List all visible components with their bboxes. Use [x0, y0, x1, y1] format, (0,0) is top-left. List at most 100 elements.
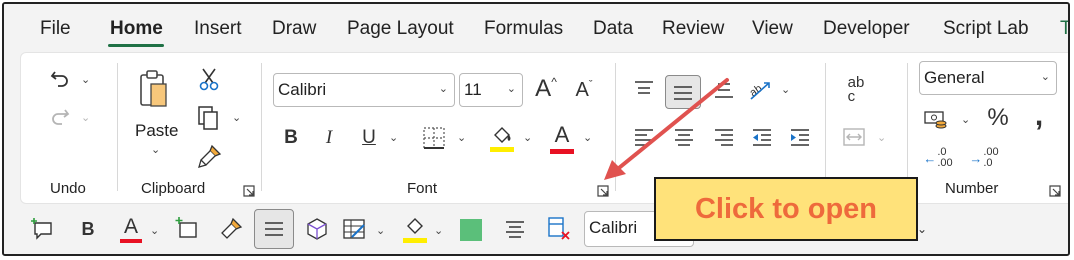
cube-icon[interactable]	[302, 214, 332, 244]
underline-button[interactable]: U	[355, 123, 383, 153]
insert-row-icon[interactable]	[172, 214, 202, 244]
fill-color-dropdown-icon[interactable]: ⌄	[523, 131, 532, 144]
group-label-undo: Undo	[50, 180, 86, 197]
fill-color-icon[interactable]	[487, 121, 517, 155]
middle-align-button[interactable]	[665, 75, 701, 109]
qat-format-painter-icon[interactable]	[216, 214, 246, 244]
decrease-decimal-icon: .00 .0	[983, 146, 999, 169]
accounting-format-icon[interactable]	[921, 105, 951, 135]
font-color-icon: A	[123, 215, 138, 238]
paste-icon[interactable]	[135, 67, 171, 111]
grow-font-icon: A	[535, 75, 552, 102]
increase-decimal-button[interactable]: ← .0 .00	[921, 143, 955, 173]
percent-style-button[interactable]: %	[983, 103, 1013, 133]
click-to-open-callout: Click to open	[654, 177, 918, 241]
top-align-icon[interactable]	[629, 75, 659, 103]
italic-button[interactable]: I	[315, 123, 343, 153]
orientation-icon[interactable]: ab	[745, 75, 775, 105]
tab-home[interactable]: Home	[110, 18, 163, 40]
chevron-down-icon: ⌄	[506, 83, 516, 95]
merge-dropdown-icon[interactable]: ⌄	[877, 131, 886, 144]
clear-format-icon[interactable]	[544, 214, 574, 244]
qat-center-align-icon[interactable]	[500, 214, 530, 244]
qat-fill-color-dropdown-icon[interactable]: ⌄	[434, 224, 443, 237]
qat-font-color-button[interactable]: A	[116, 212, 146, 246]
group-label-clipboard: Clipboard	[141, 180, 206, 197]
format-table-icon[interactable]	[340, 214, 370, 244]
clipboard-launcher-icon[interactable]	[243, 184, 255, 197]
shrink-font-button[interactable]: Aˇ	[569, 75, 599, 105]
number-format-box[interactable]: General ⌄	[919, 61, 1057, 95]
tab-insert[interactable]: Insert	[194, 18, 242, 40]
group-separator	[907, 63, 908, 191]
ribbon-tab-bar: File Home Insert Draw Page Layout Formul…	[4, 4, 1068, 52]
chevron-down-icon: ⌄	[1040, 71, 1050, 83]
tab-partial[interactable]: T	[1060, 18, 1068, 40]
grow-font-button[interactable]: A ^	[531, 73, 561, 105]
shrink-font-icon: A	[575, 78, 589, 101]
align-right-icon[interactable]	[709, 123, 739, 151]
wrap-text-button[interactable]: ab c	[839, 73, 873, 107]
tab-script-lab[interactable]: Script Lab	[943, 18, 1029, 40]
tab-page-layout[interactable]: Page Layout	[347, 18, 454, 40]
bottom-align-icon[interactable]	[709, 75, 739, 105]
qat-font-name-value: Calibri	[589, 218, 638, 237]
qat-font-color-dropdown-icon[interactable]: ⌄	[150, 224, 159, 237]
font-color-swatch	[550, 149, 574, 154]
svg-text:ab: ab	[748, 82, 765, 99]
redo-icon[interactable]	[45, 103, 75, 131]
copy-dropdown-icon[interactable]: ⌄	[232, 111, 241, 124]
font-name-value: Calibri	[278, 80, 327, 99]
copy-icon[interactable]	[193, 103, 223, 133]
borders-icon[interactable]	[419, 123, 449, 153]
tab-draw[interactable]: Draw	[272, 18, 316, 40]
undo-dropdown-icon[interactable]: ⌄	[81, 73, 90, 86]
tab-review[interactable]: Review	[662, 18, 724, 40]
paste-label[interactable]: Paste	[135, 121, 178, 141]
qat-align-button[interactable]	[254, 209, 294, 249]
align-center-icon[interactable]	[669, 123, 699, 151]
format-table-dropdown-icon[interactable]: ⌄	[376, 224, 385, 237]
bold-button[interactable]: B	[277, 123, 305, 153]
increase-indent-icon[interactable]	[785, 123, 815, 151]
font-size-box[interactable]: 11 ⌄	[459, 73, 523, 107]
align-left-icon[interactable]	[629, 123, 659, 151]
group-separator	[825, 63, 826, 191]
borders-dropdown-icon[interactable]: ⌄	[457, 131, 466, 144]
qat-bold-button[interactable]: B	[74, 214, 102, 244]
tab-formulas[interactable]: Formulas	[484, 18, 563, 40]
qat-fill-color-icon[interactable]	[400, 212, 430, 246]
font-size-value: 11	[464, 80, 482, 99]
merge-center-icon[interactable]	[839, 123, 869, 151]
decrease-indent-icon[interactable]	[747, 123, 777, 151]
orientation-dropdown-icon[interactable]: ⌄	[781, 83, 790, 96]
excel-ribbon-window: File Home Insert Draw Page Layout Formul…	[2, 2, 1070, 256]
redo-dropdown-icon[interactable]: ⌄	[81, 111, 90, 124]
font-color-button[interactable]: A	[547, 121, 577, 155]
font-color-swatch	[120, 239, 142, 243]
tab-data[interactable]: Data	[593, 18, 633, 40]
number-format-value: General	[924, 68, 985, 87]
underline-dropdown-icon[interactable]: ⌄	[389, 131, 398, 144]
cut-icon[interactable]	[195, 65, 223, 93]
font-color-dropdown-icon[interactable]: ⌄	[583, 131, 592, 144]
tab-file[interactable]: File	[40, 18, 71, 40]
decrease-decimal-button[interactable]: → .00 .0	[967, 143, 1001, 173]
tab-view[interactable]: View	[752, 18, 793, 40]
group-label-number: Number	[945, 180, 999, 197]
new-comment-icon[interactable]	[28, 214, 58, 244]
font-dialog-launcher-icon[interactable]	[597, 184, 609, 197]
number-launcher-icon[interactable]	[1049, 184, 1061, 197]
undo-icon[interactable]	[45, 65, 75, 93]
paste-dropdown-icon[interactable]: ⌄	[151, 143, 160, 156]
group-label-font: Font	[407, 180, 438, 197]
accounting-dropdown-icon[interactable]: ⌄	[961, 113, 970, 126]
font-name-box[interactable]: Calibri ⌄	[273, 73, 455, 107]
group-separator	[117, 63, 118, 191]
group-separator	[615, 63, 616, 191]
wrap-text-icon: ab c	[847, 74, 865, 105]
format-painter-icon[interactable]	[195, 141, 225, 171]
comma-style-button[interactable]: ,	[1025, 99, 1053, 133]
fill-green-swatch[interactable]	[460, 219, 482, 241]
tab-developer[interactable]: Developer	[823, 18, 910, 40]
